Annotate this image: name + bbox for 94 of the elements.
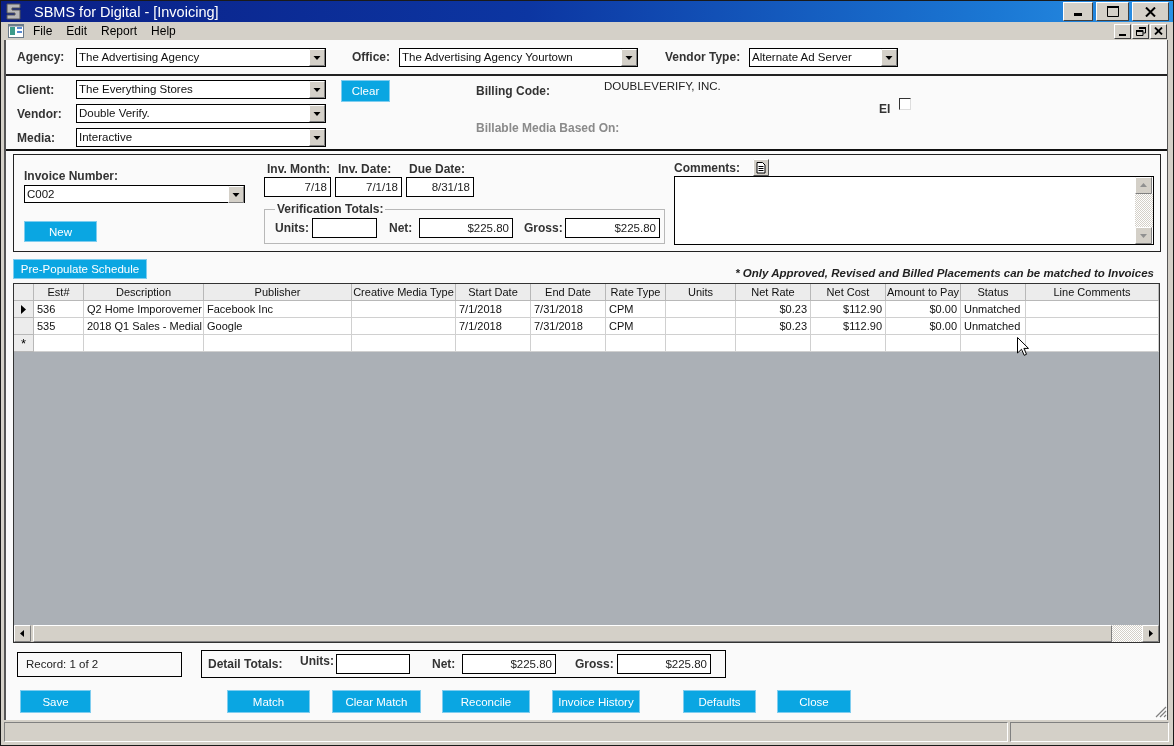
new-row-marker: * <box>14 335 34 352</box>
checkbox-label: EI <box>879 101 891 116</box>
net-field[interactable]: $225.80 <box>419 218 513 238</box>
column-header[interactable]: Creative Media Type <box>352 284 456 301</box>
field-label: Units: <box>300 653 335 668</box>
field-label: Gross: <box>575 657 615 671</box>
column-header[interactable]: Est# <box>34 284 84 301</box>
restore-button[interactable] <box>1132 23 1149 39</box>
field-label: Vendor: <box>17 106 63 121</box>
field-label: Gross: <box>524 221 564 235</box>
units-field[interactable] <box>312 218 377 238</box>
group-title: Detail Totals: <box>208 657 284 671</box>
field-label: Invoice Number: <box>24 169 119 183</box>
table-cell <box>666 335 736 352</box>
minimize-button[interactable] <box>1114 23 1131 39</box>
column-header[interactable]: Amount to Pay <box>886 284 961 301</box>
client-dropdown[interactable]: The Everything Stores <box>76 80 326 99</box>
field-label: Comments: <box>674 161 741 176</box>
dropdown-arrow-icon[interactable] <box>228 186 244 203</box>
scroll-right-icon[interactable] <box>1142 625 1159 642</box>
office-dropdown[interactable]: The Advertising Agency Yourtown <box>399 47 638 67</box>
net-field[interactable]: $225.80 <box>462 654 556 674</box>
vendor-dropdown[interactable]: Double Verify. <box>76 104 326 123</box>
comments-field[interactable] <box>674 176 1154 245</box>
dropdown-arrow-icon[interactable] <box>881 48 897 66</box>
billing-code-value: DOUBLEVERIFY, INC. <box>604 80 721 94</box>
note-text: * Only Approved, Revised and Billed Placements can be matched to Invoices <box>735 267 1154 279</box>
field-label: Billable Media Based On: <box>476 121 621 135</box>
row-pointer-icon <box>21 304 26 314</box>
agency-dropdown[interactable]: The Advertising Agency <box>76 47 326 67</box>
menu-item[interactable]: Edit <box>59 24 95 38</box>
dropdown-arrow-icon[interactable] <box>309 105 325 122</box>
due-date-field[interactable]: 8/31/18 <box>406 177 474 197</box>
close-icon <box>1154 27 1163 35</box>
column-header[interactable]: Start Date <box>456 284 531 301</box>
table-cell <box>606 335 666 352</box>
column-header[interactable]: Net Cost <box>811 284 886 301</box>
table-cell <box>34 335 84 352</box>
column-header[interactable]: Description <box>84 284 204 301</box>
column-header[interactable]: Rate Type <box>606 284 666 301</box>
gross-field[interactable]: $225.80 <box>565 218 660 238</box>
dropdown-arrow-icon[interactable] <box>621 48 637 66</box>
logo-icon <box>5 3 22 20</box>
gross-field[interactable]: $225.80 <box>617 654 711 674</box>
media-dropdown[interactable]: Interactive <box>76 128 326 147</box>
column-header[interactable]: Line Comments <box>1026 284 1159 301</box>
minimize-button[interactable] <box>1063 2 1093 21</box>
scroll-up-icon[interactable] <box>1135 177 1152 194</box>
document-icon[interactable] <box>753 159 769 176</box>
scroll-left-icon[interactable] <box>14 625 31 642</box>
menu-item[interactable]: Report <box>94 24 145 38</box>
field-label: Net: <box>389 221 414 235</box>
field-label: Net: <box>432 657 457 671</box>
invoice-number-dropdown[interactable]: C002 <box>24 185 245 203</box>
form-icon <box>8 24 24 38</box>
units-field[interactable] <box>336 654 410 674</box>
column-header[interactable]: End Date <box>531 284 606 301</box>
invoice-month-field[interactable]: 7/18 <box>264 177 331 197</box>
maximize-icon <box>1106 6 1119 17</box>
column-header[interactable]: Units <box>666 284 736 301</box>
dropdown-arrow-icon[interactable] <box>309 129 325 146</box>
field-label: Units: <box>275 221 310 235</box>
field-label: Client: <box>17 82 56 97</box>
restore-icon <box>1135 26 1146 36</box>
column-header[interactable]: Publisher <box>204 284 352 301</box>
dropdown-arrow-icon[interactable] <box>309 81 325 98</box>
field-label: Inv. Date: <box>337 161 393 177</box>
menu-item[interactable]: File <box>26 24 60 38</box>
field-label: Media: <box>17 130 56 145</box>
maximize-button[interactable] <box>1096 2 1129 21</box>
dropdown-arrow-icon[interactable] <box>309 48 325 66</box>
window-title: SBMS for Digital - [Invoicing] <box>34 3 220 20</box>
field-label: Office: <box>352 50 391 64</box>
field-label: Inv. Month: <box>266 161 331 177</box>
record-counter: Record: 1 of 2 <box>17 651 182 677</box>
close-icon <box>1145 6 1156 17</box>
field-label: Vendor Type: <box>665 50 742 64</box>
close-button[interactable] <box>1150 23 1167 39</box>
vendor-type-dropdown[interactable]: Alternate Ad Server <box>749 47 898 67</box>
invoice-date-field[interactable]: 7/1/18 <box>335 177 402 197</box>
row-selector[interactable] <box>14 301 34 318</box>
column-header[interactable]: Net Rate <box>736 284 811 301</box>
close-button[interactable] <box>1132 2 1169 21</box>
column-header[interactable]: Status <box>961 284 1026 301</box>
menu-item[interactable]: Help <box>144 24 183 38</box>
resize-grip-icon[interactable] <box>1155 706 1167 718</box>
minimize-icon <box>1074 13 1082 16</box>
scroll-down-icon[interactable] <box>1135 227 1152 244</box>
group-title: Verification Totals: <box>276 202 385 216</box>
field-label: Agency: <box>17 50 66 64</box>
field-label: Billing Code: <box>476 83 551 98</box>
field-label: Due Date: <box>408 161 466 177</box>
ei-checkbox[interactable] <box>899 98 912 110</box>
minimize-icon <box>1119 33 1126 36</box>
